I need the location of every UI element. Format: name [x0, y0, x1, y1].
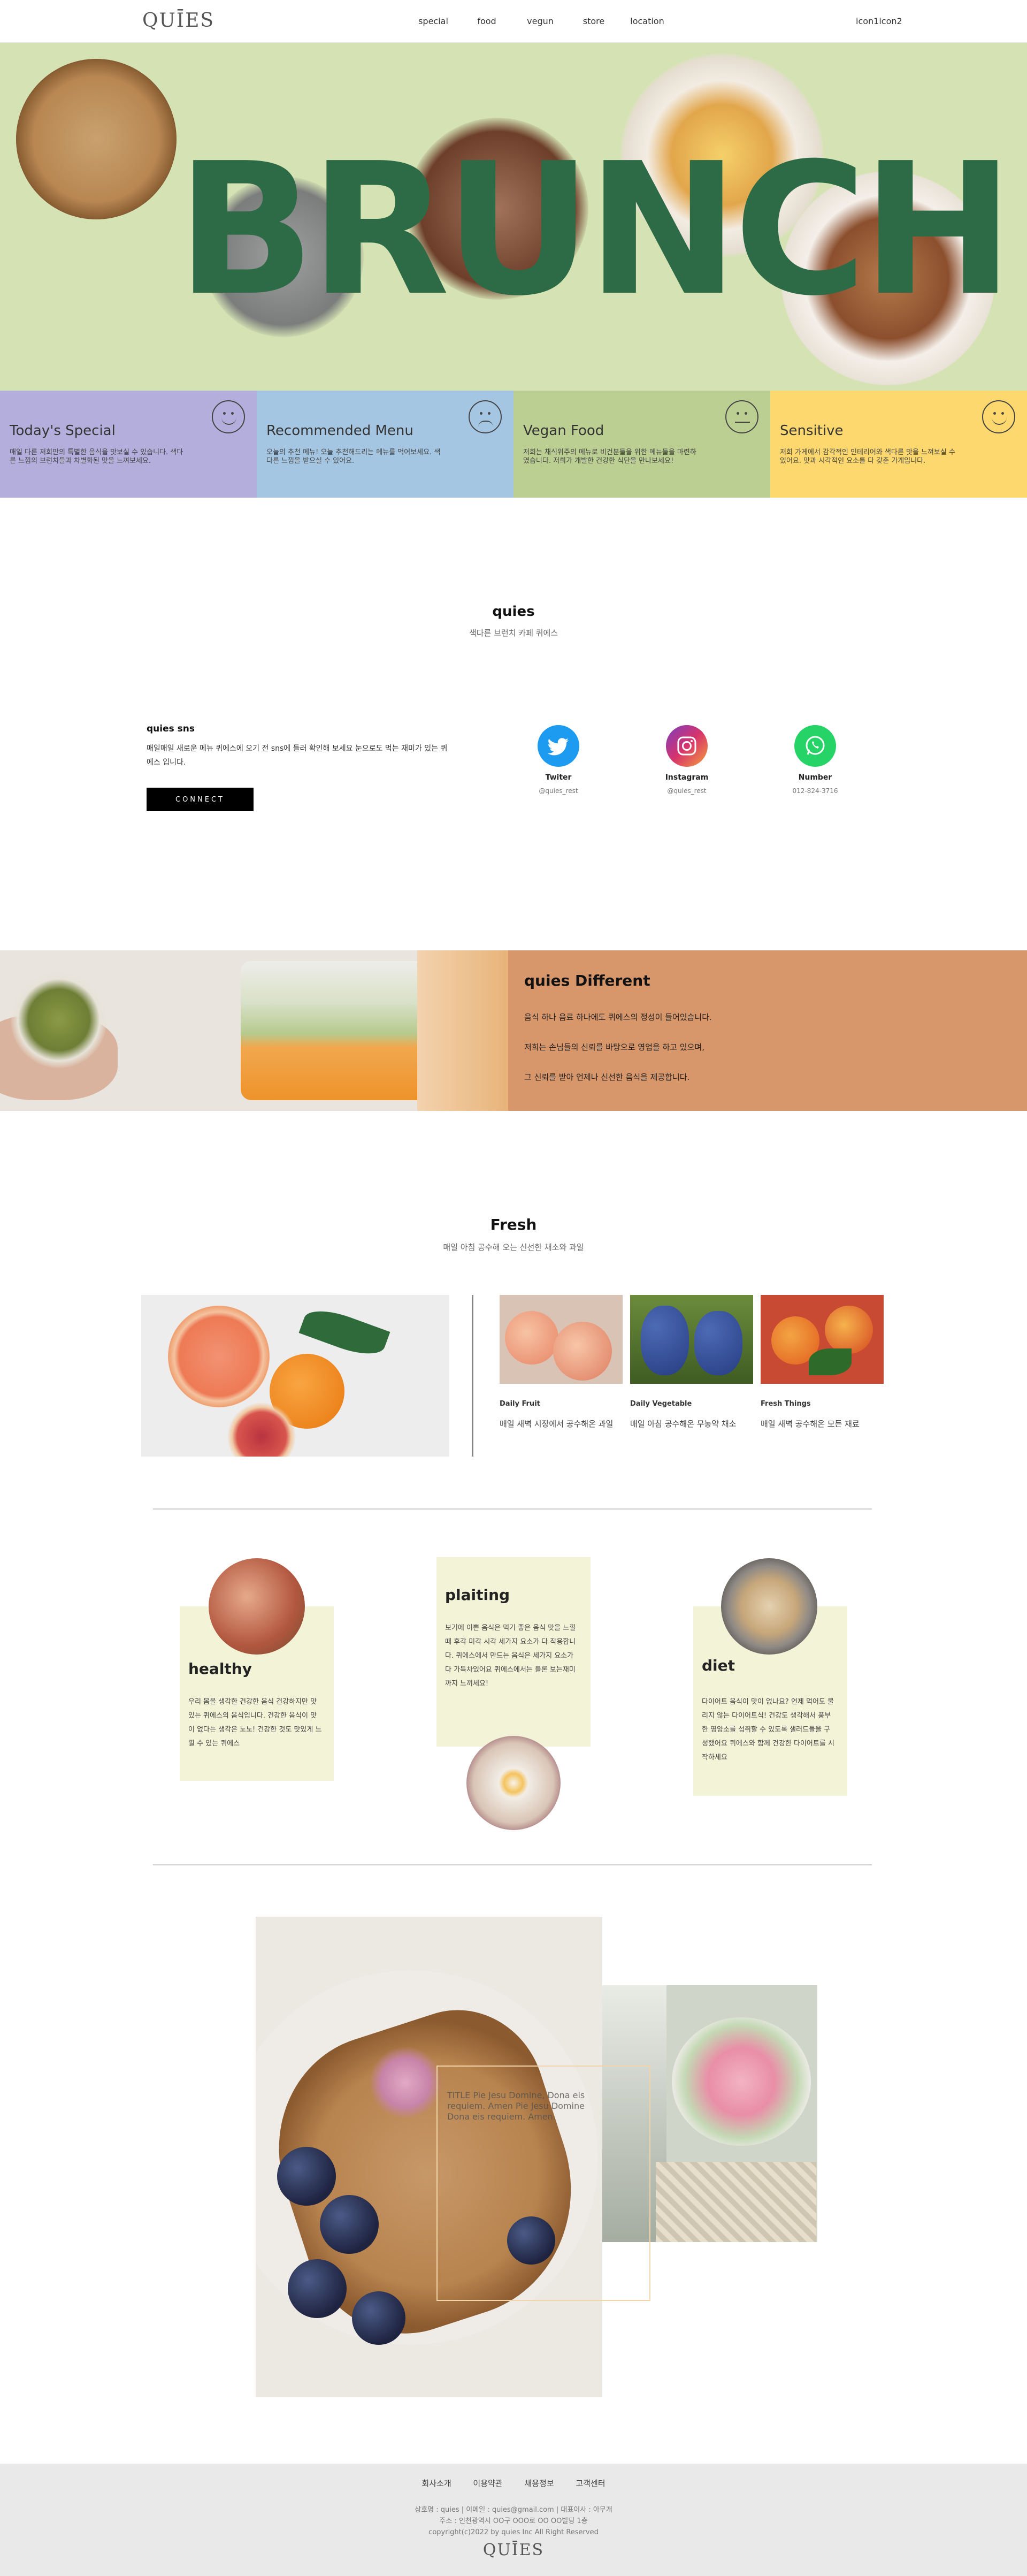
footer-link-terms[interactable]: 이용약관	[473, 2478, 502, 2489]
neutral-face-icon	[725, 400, 758, 433]
nav-food[interactable]: food	[460, 16, 514, 26]
social-instagram[interactable]: Instagram @quies_rest	[644, 725, 730, 795]
section-subtitle: 색다른 브런치 카페 퀴에스	[469, 628, 558, 638]
different-section: quies Different 음식 하나 음료 하나에도 퀴에스의 정성이 들…	[0, 950, 1027, 1111]
fresh-item[interactable]: Daily Vegetable 매일 아침 공수해온 무농약 채소	[630, 1295, 753, 1428]
sad-face-icon	[469, 400, 502, 433]
fresh-item-text: 매일 아침 공수해온 무농약 채소	[630, 1419, 737, 1429]
footer-info-line: copyright(c)2022 by quies Inc All Right …	[428, 2528, 599, 2536]
whatsapp-icon[interactable]	[794, 725, 836, 767]
fresh-item[interactable]: Daily Fruit 매일 새벽 시장에서 공수해온 과일	[500, 1295, 623, 1428]
social-twitter[interactable]: Twiter @quies_rest	[516, 725, 601, 795]
nav-special[interactable]: special	[407, 16, 460, 26]
category-text: 매일 다른 저희만의 특별한 음식을 맛보실 수 있습니다. 색다른 느낌의 브…	[10, 448, 183, 465]
site-footer: 회사소개 이용약관 채용정보 고객센터 상호명 : quies | 이메일 : …	[0, 2464, 1027, 2576]
footer-info-line: 주소 : 인천광역시 OO구 OOO로 OO OO빌딩 1층	[439, 2517, 588, 2525]
hero-title: BRUNCH	[177, 124, 1014, 336]
category-text: 저희는 채식위주의 메뉴로 비건분들을 위한 메뉴들을 마련하였습니다. 저희가…	[523, 448, 696, 465]
category-text: 저희 가게에서 감각적인 인테리어와 색다른 맛을 느껴보실 수 있어요. 맛과…	[780, 448, 955, 465]
instagram-icon[interactable]	[666, 725, 708, 767]
smile-icon	[212, 400, 245, 433]
category-card[interactable]: Recommended Menu 오늘의 추천 메뉴! 오늘 추천해드리는 메뉴…	[257, 391, 514, 498]
gallery-caption: TITLE Pie Jesu Domine, Dona eis requiem.…	[447, 2090, 585, 2122]
fresh-item-title: Daily Fruit	[500, 1400, 540, 1408]
feature-title: diet	[702, 1657, 735, 1674]
category-title: Recommended Menu	[266, 423, 413, 439]
fresh-item[interactable]: Fresh Things 매일 새벽 공수해온 모든 재료	[761, 1295, 884, 1428]
category-title: Sensitive	[780, 423, 844, 439]
footer-link-careers[interactable]: 채용정보	[524, 2478, 554, 2489]
section-divider	[153, 1864, 872, 1865]
footer-info-line: 상호명 : quies | 이메일 : quies@gmail.com | 대표…	[415, 2506, 612, 2514]
footer-info: 상호명 : quies | 이메일 : quies@gmail.com | 대표…	[0, 2504, 1027, 2538]
feature-photo	[721, 1558, 817, 1655]
feature-photo	[209, 1558, 305, 1655]
different-line: 음식 하나 음료 하나에도 퀴에스의 정성이 들어있습니다.	[524, 1012, 712, 1022]
category-row: Today's Special 매일 다른 저희만의 특별한 음식을 맛보실 수…	[0, 391, 1027, 498]
category-card[interactable]: Sensitive 저희 가게에서 감각적인 인테리어와 색다른 맛을 느껴보실…	[770, 391, 1027, 498]
feature-text: 보기에 이쁜 음식은 먹기 좋은 음식 맛을 느낄때 후각 미각 시각 세가지 …	[445, 1624, 576, 1688]
section-title: quies	[492, 604, 535, 620]
different-panel: quies Different 음식 하나 음료 하나에도 퀴에스의 정성이 들…	[508, 950, 1027, 1111]
section-divider	[153, 1508, 872, 1510]
header-icons[interactable]: icon1icon2	[856, 16, 902, 26]
different-title: quies Different	[524, 972, 650, 989]
connect-button[interactable]: CONNECT	[147, 788, 254, 811]
fresh-item-title: Daily Vegetable	[630, 1400, 692, 1408]
site-logo[interactable]: QUĪES	[142, 10, 214, 32]
footer-logo[interactable]: QUĪES	[0, 2541, 1027, 2559]
category-card[interactable]: Today's Special 매일 다른 저희만의 특별한 음식을 맛보실 수…	[0, 391, 257, 498]
site-header: QUĪES special food vegun store location …	[0, 0, 1027, 43]
sns-title: quies sns	[147, 723, 195, 734]
feature-card-plaiting[interactable]: plaiting 보기에 이쁜 음식은 먹기 좋은 음식 맛을 느낄때 후각 미…	[436, 1557, 591, 1747]
divider	[472, 1295, 473, 1457]
sns-description: 매일매일 새로운 메뉴 퀴에스에 오기 전 sns에 들러 확인해 보세요 눈으…	[147, 744, 448, 767]
nav-location[interactable]: location	[620, 16, 674, 26]
footer-link-about[interactable]: 회사소개	[421, 2478, 451, 2489]
feature-text: 다이어트 음식이 맛이 없나요? 언제 먹어도 물리지 않는 다이어트식! 건강…	[702, 1698, 834, 1762]
hero-plate-image	[16, 59, 177, 219]
social-handle: @quies_rest	[667, 787, 707, 795]
different-line: 저희는 손님들의 신뢰를 바탕으로 영업을 하고 있으며,	[524, 1042, 704, 1052]
fruits-photo	[761, 1295, 884, 1384]
citrus-photo	[141, 1295, 449, 1457]
different-line: 그 신뢰를 받아 언제나 신선한 음식을 제공합니다.	[524, 1072, 690, 1082]
category-card[interactable]: Vegan Food 저희는 채식위주의 메뉴로 비건분들을 위한 메뉴들을 마…	[514, 391, 770, 498]
fresh-item-title: Fresh Things	[761, 1400, 811, 1408]
twitter-icon[interactable]	[538, 725, 579, 767]
social-name: Twiter	[545, 773, 572, 782]
feature-title: plaiting	[445, 1586, 510, 1604]
social-number[interactable]: Number 012-824-3716	[772, 725, 858, 795]
fresh-item-text: 매일 새벽 공수해온 모든 재료	[761, 1419, 860, 1429]
drink-photo	[0, 950, 508, 1111]
fresh-title: Fresh	[490, 1216, 537, 1233]
smile-icon	[982, 400, 1015, 433]
feature-photo	[466, 1736, 561, 1830]
nav-store[interactable]: store	[567, 16, 620, 26]
main-nav: special food vegun store location	[407, 16, 674, 26]
nav-vegun[interactable]: vegun	[514, 16, 567, 26]
social-handle: @quies_rest	[539, 787, 578, 795]
category-title: Today's Special	[10, 423, 116, 439]
grapes-photo	[630, 1295, 753, 1384]
peach-photo	[500, 1295, 623, 1384]
fresh-subtitle: 매일 아침 공수해 오는 신선한 채소와 과일	[443, 1243, 584, 1252]
footer-link-support[interactable]: 고객센터	[576, 2478, 605, 2489]
social-name: Number	[798, 773, 832, 782]
feature-text: 우리 몸을 생각한 건강한 음식 건강하지만 맛있는 퀴에스의 음식입니다. 건…	[188, 1698, 322, 1748]
social-handle: 012-824-3716	[792, 787, 838, 795]
fresh-item-text: 매일 새벽 시장에서 공수해온 과일	[500, 1419, 614, 1429]
category-title: Vegan Food	[523, 423, 604, 439]
footer-links: 회사소개 이용약관 채용정보 고객센터	[0, 2478, 1027, 2489]
category-text: 오늘의 추천 메뉴! 오늘 추천해드리는 메뉴를 먹어보세요. 색다른 느낌을 …	[266, 448, 441, 465]
hero-banner: BRUNCH	[0, 43, 1027, 391]
social-name: Instagram	[665, 773, 709, 782]
feature-title: healthy	[188, 1660, 252, 1678]
